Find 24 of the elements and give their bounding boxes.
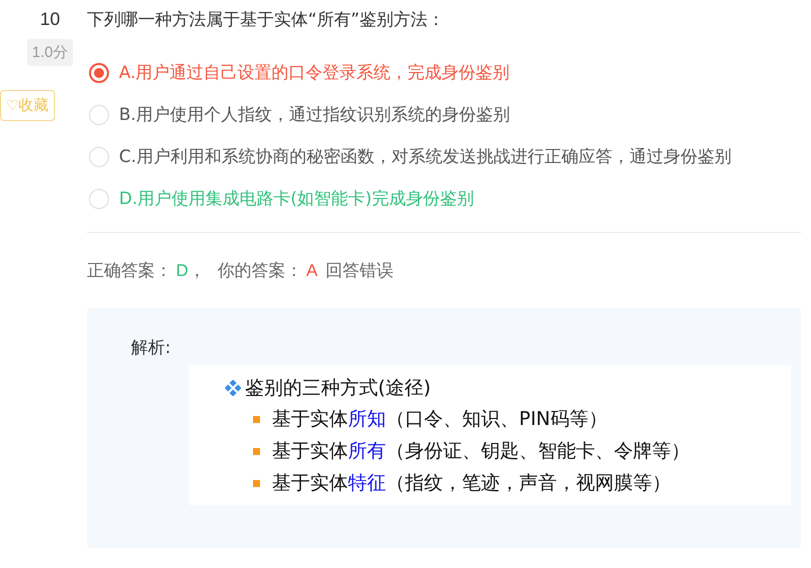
analysis-item: 基于实体所知（口令、知识、PIN码等） bbox=[272, 407, 608, 432]
option-text[interactable]: B.用户使用个人指纹，通过指纹识别系统的身份鉴别 bbox=[119, 100, 778, 130]
option-text[interactable]: D.用户使用集成电路卡(如智能卡)完成身份鉴别 bbox=[119, 184, 778, 214]
correct-answer: D bbox=[176, 261, 188, 280]
verdict-text: 回答错误 bbox=[326, 261, 394, 281]
answer-label: 你的答案： bbox=[217, 261, 302, 281]
answer-label: 正确答案： bbox=[87, 261, 172, 281]
option-text[interactable]: C.用户利用和系统协商的秘密函数，对系统发送挑战进行正确应答，通过身份鉴别 bbox=[119, 142, 778, 172]
your-answer: A bbox=[306, 261, 318, 280]
favorite-button[interactable]: ♡收藏 bbox=[0, 90, 55, 121]
analysis-item: 基于实体特征（指纹，笔迹，声音，视网膜等） bbox=[272, 471, 671, 496]
radio-button[interactable] bbox=[89, 63, 109, 83]
square-bullet-icon bbox=[253, 448, 260, 454]
square-bullet-icon bbox=[253, 416, 260, 422]
option-text[interactable]: A.用户通过自己设置的口令登录系统，完成身份鉴别 bbox=[119, 58, 778, 88]
analysis-heading: 鉴别的三种方式(途径) bbox=[245, 376, 431, 401]
separator: ， bbox=[188, 261, 206, 281]
question-text: 下列哪一种方法属于基于实体“所有”鉴别方法： bbox=[87, 9, 446, 32]
analysis-item: 基于实体所有（身份证、钥匙、智能卡、令牌等） bbox=[272, 439, 690, 464]
analysis-label: 解析: bbox=[131, 337, 172, 359]
score-badge: 1.0分 bbox=[27, 39, 73, 66]
question-number: 10 bbox=[40, 9, 60, 30]
diamond-bullet-icon bbox=[225, 380, 241, 396]
square-bullet-icon bbox=[253, 480, 260, 486]
